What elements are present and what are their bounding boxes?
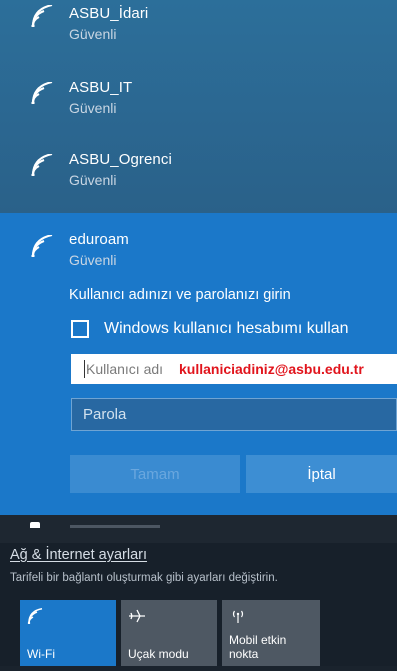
network-name: ASBU_İdari	[69, 5, 149, 22]
network-status: Güvenli	[69, 100, 117, 116]
text-caret	[84, 360, 85, 378]
network-item-asbu-ogrenci[interactable]: ASBU_Ogrenci Güvenli	[0, 134, 397, 198]
wifi-signal-icon	[31, 154, 53, 176]
cancel-button[interactable]: İptal	[246, 455, 397, 493]
network-name: ASBU_Ogrenci	[69, 151, 172, 168]
airplane-icon	[129, 609, 145, 623]
wifi-signal-icon	[31, 5, 53, 27]
username-placeholder: Kullanıcı adı	[86, 361, 164, 377]
network-settings-description: Tarifeli bir bağlantı oluşturmak gibi ay…	[10, 572, 278, 584]
ethernet-icon	[30, 522, 40, 528]
quick-action-airplane-mode[interactable]: Uçak modu	[121, 600, 217, 666]
wifi-signal-icon	[31, 82, 53, 104]
network-item-asbu-idari[interactable]: ASBU_İdari Güvenli	[0, 0, 397, 42]
password-placeholder: Parola	[83, 406, 127, 423]
username-input[interactable]: Kullanıcı adı kullaniciadiniz@asbu.edu.t…	[71, 354, 397, 384]
quick-action-label: Mobil etkin nokta	[229, 633, 287, 661]
ok-button[interactable]: Tamam	[70, 455, 240, 493]
network-status: Güvenli	[69, 252, 117, 268]
network-status: Güvenli	[69, 26, 117, 42]
network-status: Güvenli	[69, 172, 117, 188]
quick-action-label: Wi-Fi	[27, 647, 55, 661]
network-flyout: ASBU_İdari Güvenli ASBU_IT Güvenli ASBU_…	[0, 0, 400, 671]
taskbar-edge	[0, 666, 400, 671]
wifi-icon	[27, 608, 43, 624]
username-hint: kullaniciadiniz@asbu.edu.tr	[179, 361, 364, 377]
windows-account-checkbox-label[interactable]: Windows kullanıcı hesabımı kullan	[104, 320, 349, 338]
password-input[interactable]: Parola	[71, 398, 397, 431]
windows-account-checkbox[interactable]	[71, 320, 89, 338]
quick-action-mobile-hotspot[interactable]: Mobil etkin nokta	[222, 600, 320, 666]
network-settings-link[interactable]: Ağ & İnternet ayarları	[10, 547, 147, 563]
quick-action-wifi[interactable]: Wi-Fi	[20, 600, 116, 666]
network-name: eduroam	[69, 231, 129, 248]
network-list: ASBU_İdari Güvenli ASBU_IT Güvenli ASBU_…	[0, 0, 397, 213]
quick-action-label: Uçak modu	[128, 647, 189, 661]
credentials-prompt: Kullanıcı adınızı ve parolanızı girin	[69, 287, 291, 303]
network-item-eduroam-expanded[interactable]: eduroam Güvenli Kullanıcı adınızı ve par…	[0, 213, 397, 515]
network-name: ASBU_IT	[69, 79, 133, 96]
hotspot-icon	[232, 610, 244, 623]
network-item-asbu-it[interactable]: ASBU_IT Güvenli	[0, 62, 397, 126]
network-item-partial[interactable]	[0, 515, 397, 543]
wifi-signal-icon	[31, 235, 53, 257]
network-name-obscured	[70, 525, 160, 528]
